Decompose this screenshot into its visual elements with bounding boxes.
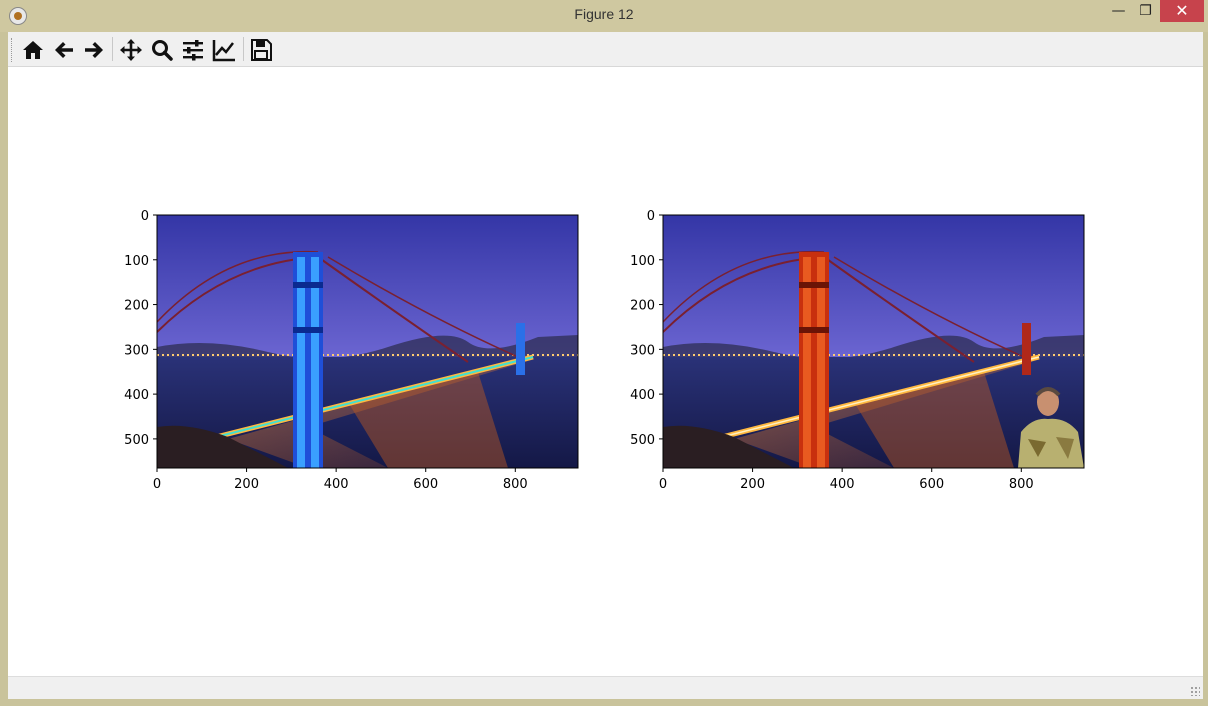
arrow-right-icon — [85, 42, 103, 58]
zoom-button[interactable] — [148, 36, 176, 64]
x-tick-label: 400 — [324, 477, 349, 492]
move-icon — [120, 39, 142, 61]
y-tick-label: 300 — [630, 343, 655, 358]
x-tick-label: 600 — [919, 477, 944, 492]
arrow-left-icon — [55, 42, 73, 58]
x-tick-label: 400 — [830, 477, 855, 492]
line-chart-icon — [212, 40, 235, 62]
figure-svg[interactable]: 0 200 400 600 800 0 100 200 300 400 500 0 200 … — [8, 67, 1203, 675]
right-image — [663, 215, 1084, 468]
minimize-button[interactable]: — — [1105, 0, 1132, 22]
back-button[interactable] — [50, 36, 78, 64]
x-tick-label: 200 — [234, 477, 259, 492]
home-icon — [23, 41, 43, 59]
subplots-button[interactable] — [179, 36, 207, 64]
sliders-icon — [183, 40, 203, 61]
maximize-button[interactable]: ❐ — [1132, 0, 1159, 22]
y-tick-label: 100 — [124, 254, 149, 269]
magnifier-icon — [152, 40, 173, 61]
window-client: 0 200 400 600 800 0 100 200 300 400 500 — [8, 32, 1203, 699]
y-tick-label: 300 — [124, 343, 149, 358]
floppy-disk-icon — [251, 39, 272, 61]
x-tick-label: 0 — [153, 477, 161, 492]
toolbar-separator — [243, 37, 244, 61]
resize-grip[interactable] — [1190, 686, 1200, 696]
y-tick-label: 0 — [141, 209, 149, 224]
toolbar-separator — [112, 37, 113, 61]
left-image — [157, 215, 578, 468]
left-axes: 0 200 400 600 800 0 100 200 300 400 500 — [124, 209, 579, 492]
y-tick-label: 400 — [124, 388, 149, 403]
y-tick-label: 100 — [630, 254, 655, 269]
x-tick-label: 200 — [740, 477, 765, 492]
x-tick-label: 0 — [659, 477, 667, 492]
toolbar-grip[interactable] — [11, 38, 15, 62]
pan-button[interactable] — [117, 36, 145, 64]
y-tick-label: 500 — [124, 433, 149, 448]
y-tick-label: 500 — [630, 433, 655, 448]
x-tick-label: 800 — [503, 477, 528, 492]
figure-canvas[interactable]: 0 200 400 600 800 0 100 200 300 400 500 — [8, 67, 1203, 675]
y-tick-label: 0 — [647, 209, 655, 224]
forward-button[interactable] — [80, 36, 108, 64]
right-axes: 0 200 400 600 800 0 100 200 300 400 500 — [630, 209, 1085, 492]
close-button[interactable]: ✕ — [1160, 0, 1204, 22]
status-bar — [8, 676, 1203, 699]
y-tick-label: 200 — [630, 299, 655, 314]
window-title: Figure 12 — [574, 6, 634, 22]
y-tick-label: 400 — [630, 388, 655, 403]
home-button[interactable] — [19, 36, 47, 64]
window-titlebar: Figure 12 — ❐ ✕ — [0, 0, 1208, 32]
x-tick-label: 600 — [413, 477, 438, 492]
x-tick-label: 800 — [1009, 477, 1034, 492]
customize-button[interactable] — [210, 36, 238, 64]
save-button[interactable] — [247, 36, 275, 64]
navigation-toolbar — [8, 32, 1203, 67]
y-tick-label: 200 — [124, 299, 149, 314]
